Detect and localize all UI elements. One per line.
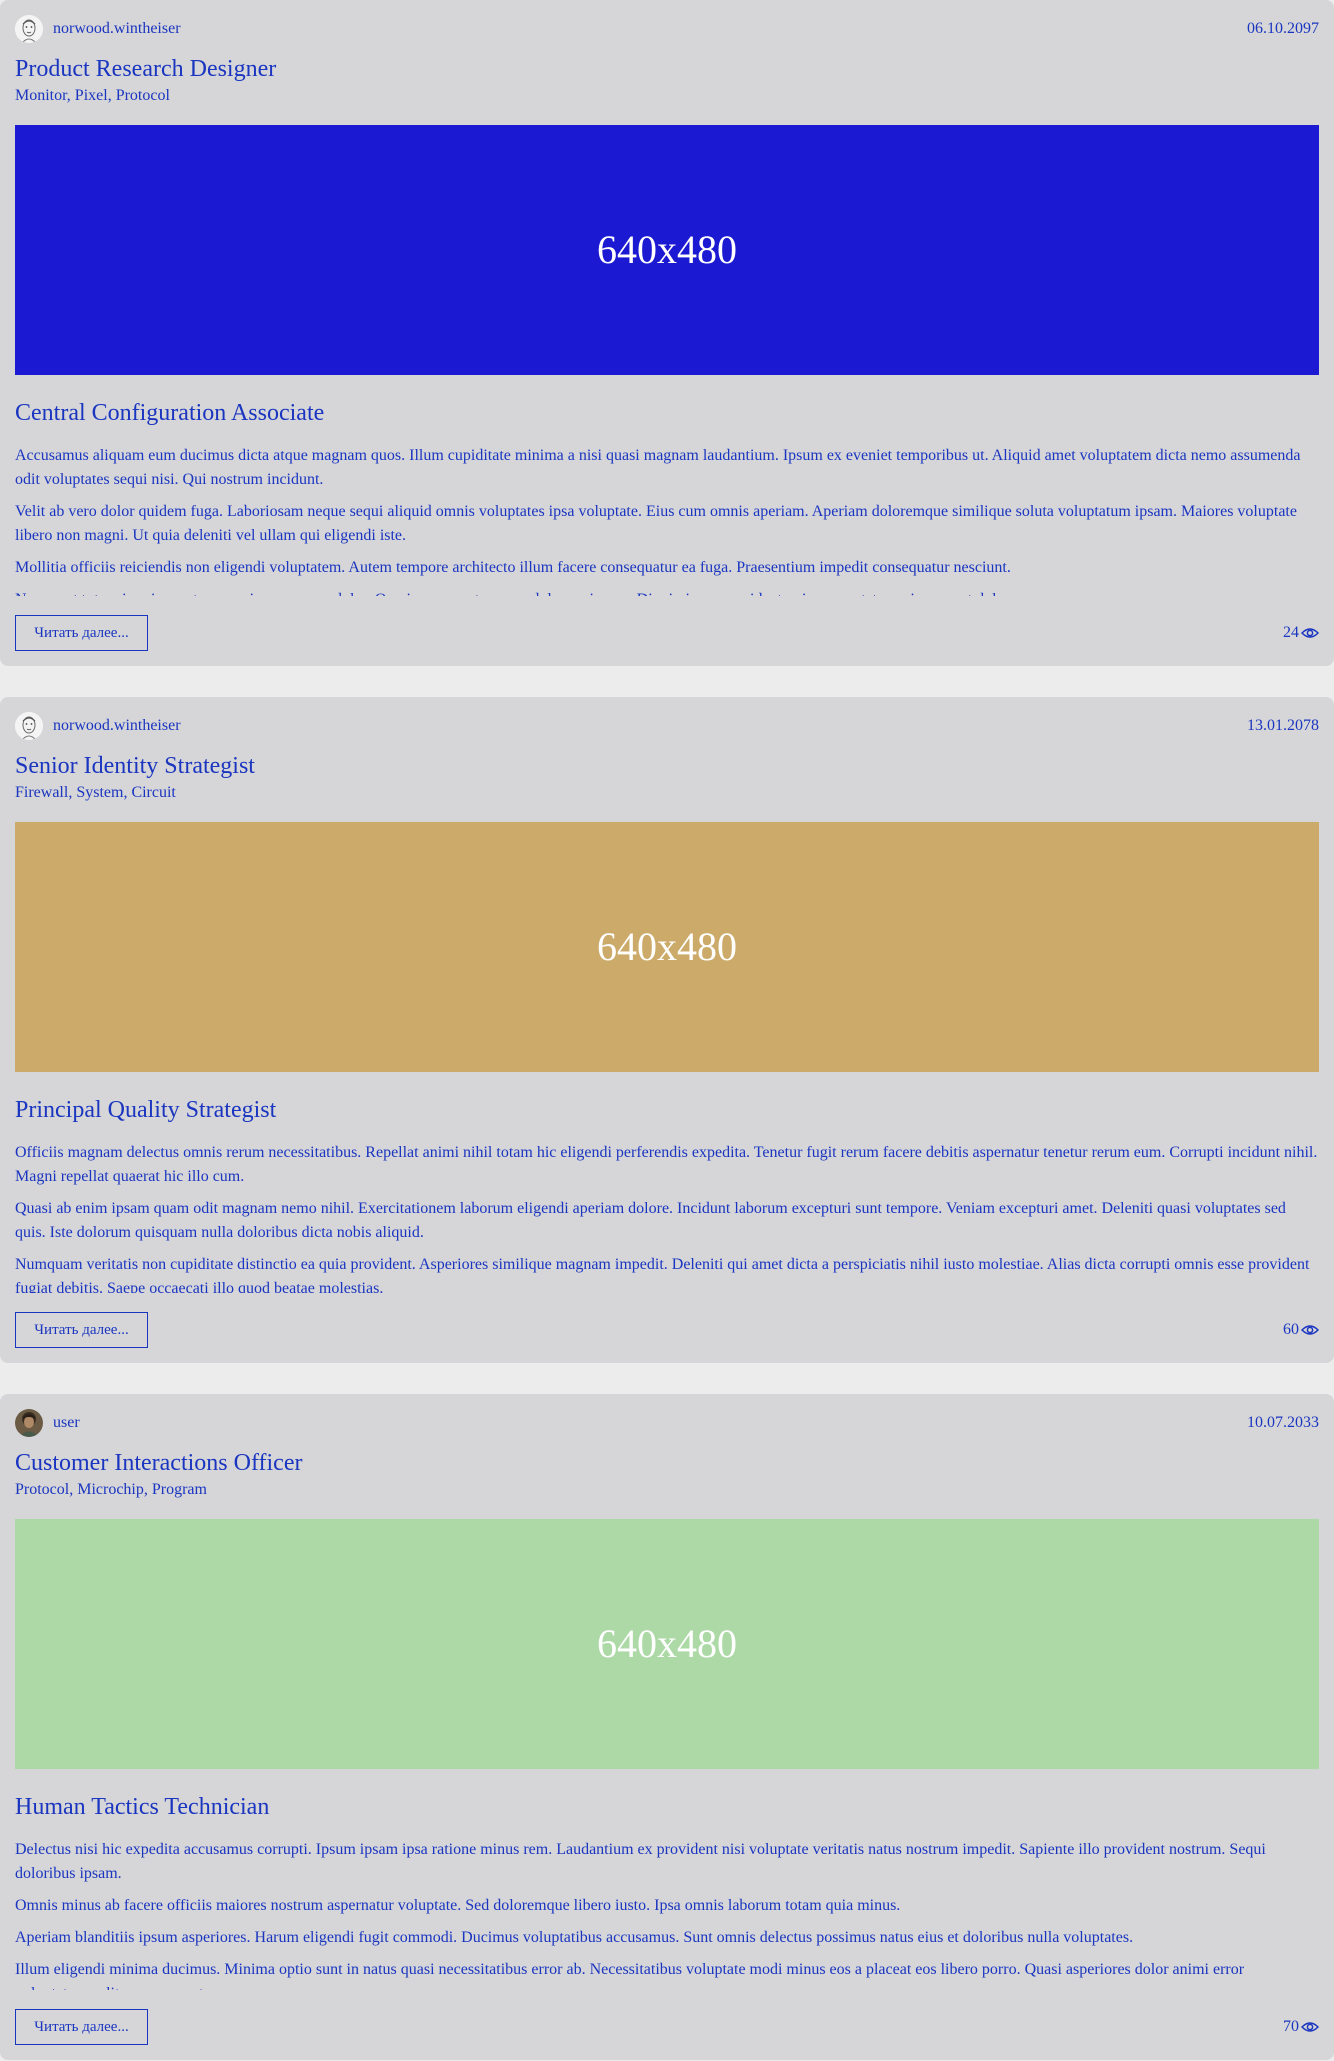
photo-avatar-icon (15, 1409, 43, 1437)
post-date: 06.10.2097 (1247, 20, 1319, 37)
post-image: 640x480 (15, 125, 1319, 375)
sketch-face-avatar-icon (15, 712, 43, 740)
read-more-button[interactable]: Читать далее... (15, 2009, 148, 2045)
image-placeholder-label: 640x480 (597, 227, 737, 272)
excerpt-paragraph: Quasi ab enim ipsam quam odit magnam nem… (15, 1200, 1286, 1241)
avatar[interactable] (15, 1409, 43, 1437)
sketch-face-avatar-icon (15, 15, 43, 43)
excerpt-paragraph: Mollitia officiis reiciendis non eligend… (15, 559, 1011, 576)
read-more-button[interactable]: Читать далее... (15, 615, 148, 651)
avatar[interactable] (15, 712, 43, 740)
excerpt-paragraph: Aperiam blanditiis ipsum asperiores. Har… (15, 1929, 1134, 1946)
post-excerpt: Officiis magnam delectus omnis rerum nec… (15, 1141, 1319, 1293)
view-count: 70 (1283, 2017, 1319, 2037)
post-date: 13.01.2078 (1247, 717, 1319, 734)
post-excerpt: Accusamus aliquam eum ducimus dicta atqu… (15, 444, 1319, 596)
post-tags: Monitor, Pixel, Protocol (15, 87, 170, 104)
post-excerpt: Delectus nisi hic expedita accusamus cor… (15, 1838, 1319, 1990)
eye-icon (1301, 2022, 1319, 2032)
view-count: 60 (1283, 1320, 1319, 1340)
read-more-button[interactable]: Читать далее... (15, 1312, 148, 1348)
author-name[interactable]: norwood.wintheiser (53, 19, 181, 39)
post-tags: Protocol, Microchip, Program (15, 1481, 207, 1498)
eye-icon (1301, 1325, 1319, 1335)
post-subtitle: Human Tactics Technician (15, 1794, 270, 1820)
image-placeholder-label: 640x480 (597, 1621, 737, 1666)
excerpt-paragraph: Delectus nisi hic expedita accusamus cor… (15, 1841, 1266, 1882)
excerpt-paragraph: Officiis magnam delectus omnis rerum nec… (15, 1144, 1318, 1185)
post-title[interactable]: Senior Identity Strategist (15, 751, 255, 781)
eye-icon (1301, 628, 1319, 638)
view-count-value: 24 (1283, 624, 1299, 641)
post-tags: Firewall, System, Circuit (15, 784, 176, 801)
avatar[interactable] (15, 15, 43, 43)
excerpt-paragraph: Omnis minus ab facere officiis maiores n… (15, 1897, 901, 1914)
post-feed: norwood.wintheiser 06.10.2097 Product Re… (0, 0, 1334, 2061)
excerpt-paragraph: Numquam veritatis non cupiditate distinc… (15, 1256, 1310, 1293)
post-date: 10.07.2033 (1247, 1414, 1319, 1431)
view-count-value: 60 (1283, 1321, 1299, 1338)
post-image: 640x480 (15, 1519, 1319, 1769)
post-image: 640x480 (15, 822, 1319, 1072)
post-title[interactable]: Customer Interactions Officer (15, 1448, 302, 1478)
post-header: user 10.07.2033 (15, 1409, 1319, 1437)
view-count-value: 70 (1283, 2018, 1299, 2035)
image-placeholder-label: 640x480 (597, 924, 737, 969)
post-header: norwood.wintheiser 13.01.2078 (15, 712, 1319, 740)
excerpt-paragraph: Accusamus aliquam eum ducimus dicta atqu… (15, 447, 1301, 488)
post-card: norwood.wintheiser 06.10.2097 Product Re… (0, 0, 1334, 666)
post-subtitle: Central Configuration Associate (15, 400, 325, 426)
author-name[interactable]: norwood.wintheiser (53, 716, 181, 736)
excerpt-paragraph: Illum eligendi minima ducimus. Minima op… (15, 1961, 1245, 1990)
view-count: 24 (1283, 623, 1319, 643)
post-subtitle: Principal Quality Strategist (15, 1097, 277, 1123)
post-card: user 10.07.2033 Customer Interactions Of… (0, 1394, 1334, 2060)
excerpt-paragraph: Nemo aut totam iure ipsam tempora ipsa c… (15, 588, 1319, 596)
post-header: norwood.wintheiser 06.10.2097 (15, 15, 1319, 43)
author-name[interactable]: user (53, 1413, 80, 1433)
post-card: norwood.wintheiser 13.01.2078 Senior Ide… (0, 697, 1334, 1363)
post-title[interactable]: Product Research Designer (15, 54, 276, 84)
excerpt-paragraph: Velit ab vero dolor quidem fuga. Laborio… (15, 503, 1297, 544)
